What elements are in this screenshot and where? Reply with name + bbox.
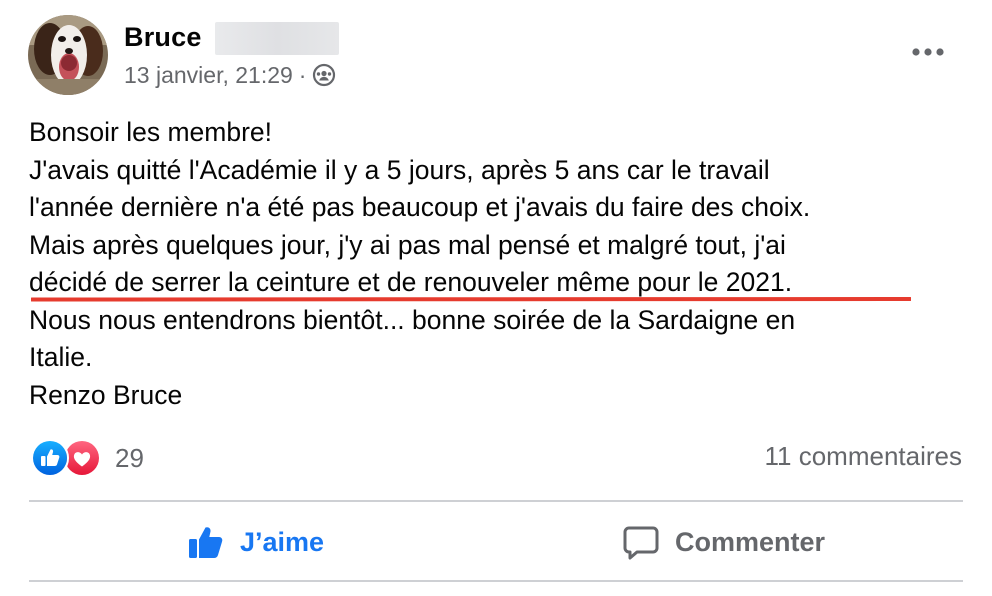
comment-bubble-icon	[621, 522, 661, 562]
post-text-line: J'avais quitté l'Académie il y a 5 jours…	[29, 154, 770, 185]
group-icon[interactable]	[312, 63, 336, 87]
post-text-line: Italie.	[29, 342, 93, 372]
dog-avatar-image	[28, 15, 108, 95]
comment-button[interactable]: Commenter	[621, 516, 825, 568]
reactions-summary[interactable]: 29	[31, 439, 144, 477]
meta-separator: ·	[298, 61, 307, 88]
post-timestamp[interactable]: 13 janvier, 21:29	[124, 62, 293, 89]
post-text: Bonsoir les membre! J'avais quitté l'Aca…	[29, 114, 959, 414]
comment-button-label: Commenter	[675, 526, 826, 557]
post-text-line: l'année dernière n'a été pas beaucoup et…	[29, 192, 811, 222]
thumbs-up-icon	[186, 522, 226, 562]
author-avatar[interactable]	[28, 15, 108, 95]
more-options-button[interactable]	[904, 34, 952, 70]
red-underline-annotation	[31, 297, 911, 302]
post-text-line: Nous nous entendrons bientôt... bonne so…	[29, 304, 796, 335]
redacted-surname	[215, 22, 339, 55]
divider	[29, 580, 963, 582]
post-text-line: Bonsoir les membre!	[29, 117, 273, 147]
post-text-line: Mais après quelques jour, j'y ai pas mal…	[29, 229, 786, 260]
like-button[interactable]: J’aime	[186, 516, 324, 568]
post-text-line: Renzo Bruce	[29, 379, 183, 410]
like-reaction-icon	[31, 439, 69, 477]
reaction-count: 29	[115, 442, 144, 473]
facebook-post: Bruce 13 janvier, 21:29 · Bonsoir les me…	[0, 0, 992, 596]
comments-count-link[interactable]: 11 commentaires	[765, 441, 963, 472]
author-name[interactable]: Bruce	[124, 20, 202, 54]
divider	[29, 500, 963, 502]
post-meta: 13 janvier, 21:29 ·	[124, 60, 336, 90]
like-button-label: J’aime	[240, 526, 325, 557]
more-options-icon	[912, 48, 944, 56]
